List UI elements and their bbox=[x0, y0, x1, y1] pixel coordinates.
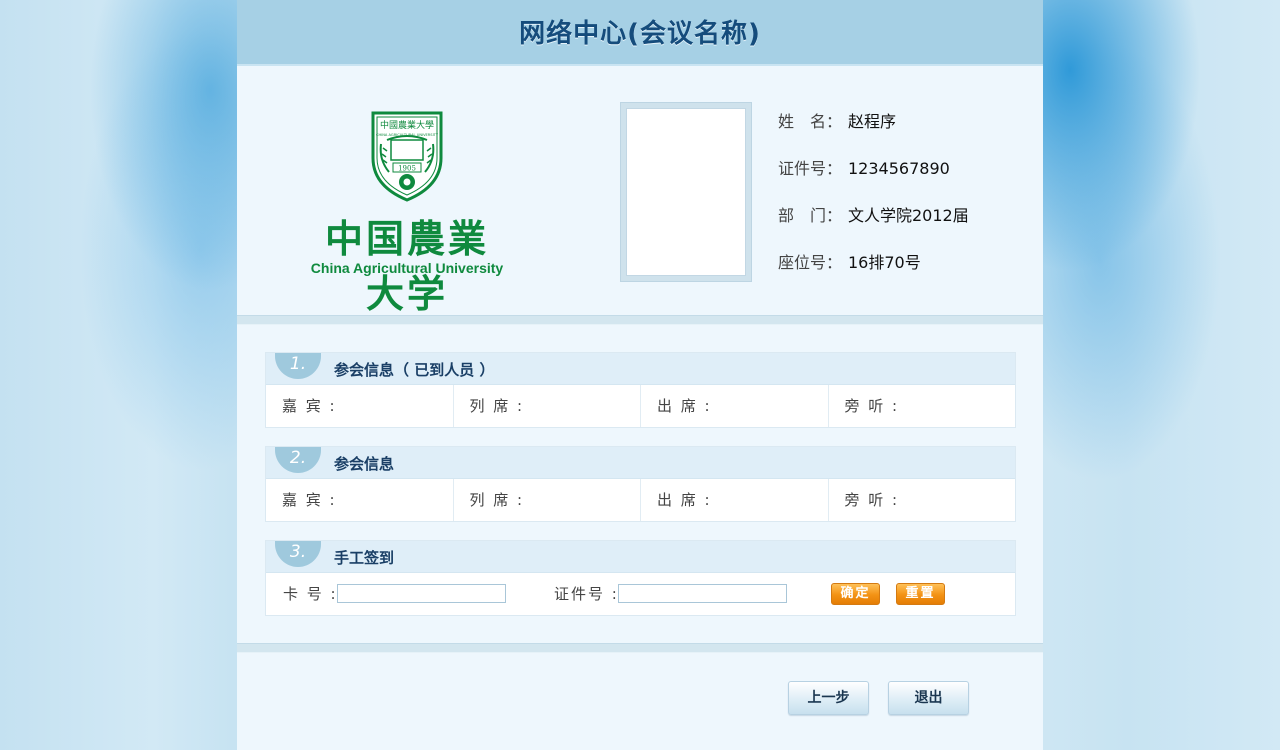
section-title: 手工签到 bbox=[334, 549, 395, 567]
divider-band bbox=[237, 643, 1043, 653]
attendee-info: 姓 名： 赵程序 证件号： 1234567890 部 门： 文人学院2012届 座位号… bbox=[778, 108, 1038, 296]
section-header: 3. 手工签到 bbox=[266, 541, 1015, 573]
info-label: 部 门： bbox=[778, 206, 843, 225]
section-number-badge: 2. bbox=[275, 447, 321, 473]
stat-guest: 嘉 宾 : bbox=[266, 385, 454, 427]
section-title: 参会信息 bbox=[334, 455, 395, 473]
stat-guest: 嘉 宾 : bbox=[266, 479, 454, 521]
confirm-button[interactable]: 确定 bbox=[831, 583, 880, 605]
previous-step-button[interactable]: 上一步 bbox=[788, 681, 869, 715]
header-bar: 网络中心(会议名称) bbox=[237, 0, 1043, 66]
info-label: 姓 名： bbox=[778, 112, 843, 131]
section-attendance-arrived: 1. 参会信息（ 已到人员 ） 嘉 宾 : 列 席 : 出 席 : 旁 听 : bbox=[265, 352, 1016, 428]
signin-form: 卡 号 : 证件号 : 确定 重置 bbox=[266, 573, 1015, 615]
card-number-label: 卡 号 : bbox=[283, 585, 338, 603]
reset-button[interactable]: 重置 bbox=[896, 583, 945, 605]
svg-text:1905: 1905 bbox=[398, 165, 416, 173]
photo-placeholder bbox=[626, 108, 746, 276]
section-number-badge: 3. bbox=[275, 541, 321, 567]
info-row-seat: 座位号： 16排70号 bbox=[778, 249, 1038, 296]
divider-band bbox=[237, 315, 1043, 325]
svg-text:中國農業大學: 中國農業大學 bbox=[380, 119, 434, 131]
page-title: 网络中心(会议名称) bbox=[519, 19, 761, 49]
section-number-badge: 1. bbox=[275, 353, 321, 379]
stat-auditor: 旁 听 : bbox=[844, 397, 900, 415]
card-number-input[interactable] bbox=[337, 584, 506, 603]
university-logo: 中國農業大學 CHINA AGRICULTURAL UNIVERSITY 190… bbox=[307, 108, 507, 316]
stat-auditor: 旁 听 : bbox=[844, 491, 900, 509]
info-label: 证件号： bbox=[778, 159, 843, 178]
stat-present: 出 席 : bbox=[641, 385, 829, 427]
info-value: 16排70号 bbox=[848, 253, 921, 272]
university-name-en: China Agricultural University bbox=[310, 260, 504, 276]
university-emblem-icon: 中國農業大學 CHINA AGRICULTURAL UNIVERSITY 190… bbox=[371, 111, 443, 202]
attendance-stats: 嘉 宾 : 列 席 : 出 席 : 旁 听 : bbox=[266, 385, 1015, 427]
stat-observer-seat: 列 席 : bbox=[454, 385, 641, 427]
exit-button[interactable]: 退出 bbox=[888, 681, 969, 715]
section-manual-signin: 3. 手工签到 卡 号 : 证件号 : 确定 重置 bbox=[265, 540, 1016, 616]
attendee-photo bbox=[620, 102, 752, 282]
info-row-name: 姓 名： 赵程序 bbox=[778, 108, 1038, 155]
info-label: 座位号： bbox=[778, 253, 843, 272]
stat-observer-seat: 列 席 : bbox=[454, 479, 641, 521]
info-value: 赵程序 bbox=[848, 112, 897, 131]
stat-present: 出 席 : bbox=[641, 479, 829, 521]
main-panel: 网络中心(会议名称) 中國農業大學 CHINA AGRICULTURAL UNI… bbox=[237, 0, 1043, 750]
info-value: 1234567890 bbox=[848, 159, 950, 178]
section-attendance: 2. 参会信息 嘉 宾 : 列 席 : 出 席 : 旁 听 : bbox=[265, 446, 1016, 522]
attendance-stats: 嘉 宾 : 列 席 : 出 席 : 旁 听 : bbox=[266, 479, 1015, 521]
section-header: 2. 参会信息 bbox=[266, 447, 1015, 479]
section-title: 参会信息（ 已到人员 ） bbox=[334, 361, 495, 379]
info-row-department: 部 门： 文人学院2012届 bbox=[778, 202, 1038, 249]
info-row-id: 证件号： 1234567890 bbox=[778, 155, 1038, 202]
info-value: 文人学院2012届 bbox=[848, 206, 969, 225]
id-number-input[interactable] bbox=[618, 584, 787, 603]
section-header: 1. 参会信息（ 已到人员 ） bbox=[266, 353, 1015, 385]
id-number-label: 证件号 : bbox=[554, 585, 619, 603]
